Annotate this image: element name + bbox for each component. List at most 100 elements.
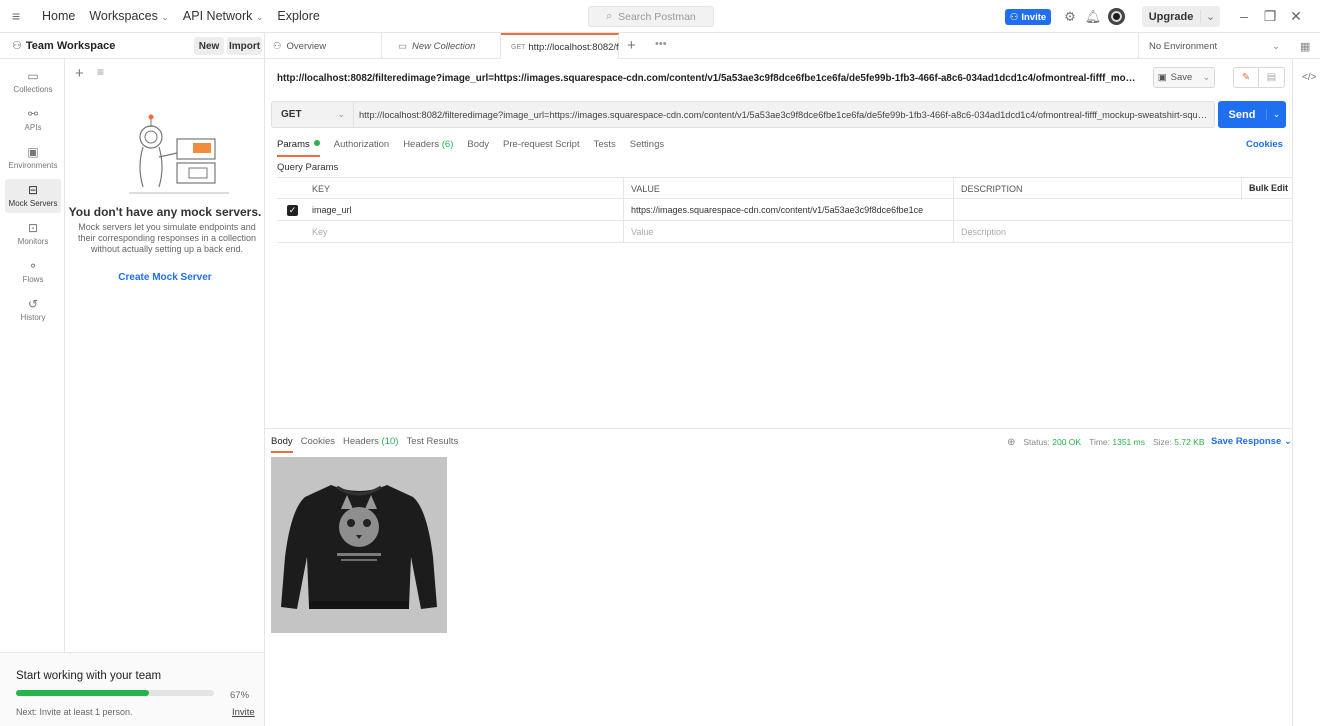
document-icon[interactable]: ▤ [1259,68,1284,87]
param-description-placeholder[interactable]: Description [953,221,1241,243]
tab-body[interactable]: Body [467,139,489,157]
param-value-placeholder[interactable]: Value [623,221,953,243]
tab-authorization[interactable]: Authorization [334,139,389,157]
save-response-button[interactable]: Save Response ⌄ [1211,436,1292,447]
team-onboarding: Start working with your team 67% Next: I… [0,652,265,726]
apis-icon: ⚯ [27,107,39,121]
tab-pre-request-script[interactable]: Pre-request Script [503,139,580,157]
right-sidebar [1292,59,1320,726]
sidebar-item-mock-servers[interactable]: ⊟ Mock Servers [5,179,61,213]
tab-headers[interactable]: Headers (6) [403,139,453,157]
tab-settings[interactable]: Settings [630,139,664,157]
send-button[interactable]: Send ⌄ [1218,101,1286,128]
tab-tests[interactable]: Tests [594,139,616,157]
param-key-placeholder[interactable]: Key [305,221,623,243]
checkbox-checked-icon[interactable]: ✓ [287,204,298,216]
create-mock-server-link[interactable]: Create Mock Server [65,272,265,283]
gear-icon[interactable]: ⚙ [1062,9,1078,25]
close-icon[interactable]: ✕ [1288,8,1304,25]
tab-response-headers[interactable]: Headers (10) [343,436,398,447]
new-button[interactable]: New [194,37,224,55]
chevron-down-icon[interactable]: ⌄ [1200,10,1220,23]
search-input[interactable]: ⌕ Search Postman [588,6,714,27]
method-select[interactable]: GET ⌄ [271,101,353,128]
tab-label: New Collection [411,40,476,52]
save-response-label: Save Response [1211,436,1282,447]
empty-state-description: Mock servers let you simulate endpoints … [77,222,257,254]
param-value-input[interactable]: https://images.squarespace-cdn.com/conte… [623,199,953,221]
hamburger-menu-icon[interactable]: ≡ [12,8,34,24]
response-divider[interactable] [265,428,1292,429]
query-params-label: Query Params [277,162,339,173]
nav-workspaces[interactable]: Workspaces ⌄ [89,9,169,23]
avatar[interactable] [1108,8,1125,25]
globe-icon[interactable]: ⊕ [1007,437,1015,448]
cookies-link[interactable]: Cookies [1246,139,1283,150]
flows-icon: ⚬ [27,259,39,273]
sidebar-item-flows[interactable]: ⚬ Flows [5,255,61,289]
add-icon[interactable]: + [75,65,84,82]
tab-params[interactable]: Params [277,139,320,157]
url-value: http://localhost:8082/filteredimage?imag… [359,109,1209,120]
nav-home[interactable]: Home [42,9,75,23]
collections-icon: ▭ [27,69,39,83]
sidebar-item-monitors[interactable]: ⊡ Monitors [5,217,61,251]
restore-icon[interactable]: ❐ [1262,8,1278,25]
tab-label: Headers [342,436,379,447]
environment-select[interactable]: No Environment ⌄ [1138,33,1290,59]
search-icon: ⌕ [606,10,613,22]
request-title[interactable]: http://localhost:8082/filteredimage?imag… [277,73,1137,84]
tab-response-cookies[interactable]: Cookies [301,436,335,447]
bulk-edit-link[interactable]: Bulk Edit [1249,183,1288,193]
save-button[interactable]: ▣ Save ⌄ [1153,67,1215,88]
chevron-down-icon[interactable]: ⌄ [1266,109,1286,120]
param-description-input[interactable] [953,199,1241,221]
tab-response-body[interactable]: Body [271,436,293,453]
environment-quick-look-icon[interactable]: ▦ [1300,40,1310,53]
column-header-value: VALUE [623,178,953,200]
sidebar-item-label: Collections [13,85,53,94]
tab-active-request[interactable]: GET http://localhost:8082/f [501,33,619,59]
param-key-input[interactable]: image_url [305,199,623,221]
progress-fill [16,690,149,696]
table-header-row: KEY VALUE DESCRIPTION ••• [277,177,1292,200]
invite-link[interactable]: Invite [232,707,255,718]
tab-new-collection[interactable]: ▭ New Collection [382,33,501,59]
url-input[interactable]: http://localhost:8082/filteredimage?imag… [353,101,1215,128]
chevron-down-icon: ⌄ [337,109,345,119]
sidebar-item-collections[interactable]: ▭ Collections [5,65,61,99]
checkbox-column [277,178,305,200]
nav-api-network[interactable]: API Network ⌄ [183,9,264,23]
sidebar-item-label: Environments [8,161,58,170]
tab-label: Overview [286,40,327,52]
more-icon[interactable]: ••• [655,38,667,50]
astronaut-illustration [129,114,229,194]
upgrade-button-label: Upgrade [1148,10,1194,23]
new-tab-plus-icon[interactable]: + [627,37,636,54]
row-checkbox-cell [277,221,305,243]
status-field[interactable]: Status: 200 OK [1023,437,1081,448]
sidebar-item-label: Monitors [17,237,49,246]
nav-explore[interactable]: Explore [277,9,319,23]
time-field[interactable]: Time: 1351 ms [1089,437,1145,448]
tab-overview[interactable]: ⚇ Overview [265,33,382,59]
bell-icon[interactable]: 🔔︎ [1085,9,1102,25]
sidebar-item-environments[interactable]: ▣ Environments [5,141,61,175]
invite-button[interactable]: ⚇ Invite [1005,9,1051,25]
code-icon[interactable]: </> [1302,72,1316,83]
chevron-down-icon: ⌄ [161,12,169,22]
workspace-name[interactable]: Team Workspace [26,40,115,52]
chevron-down-icon: ⌄ [255,12,264,22]
tab-test-results[interactable]: Test Results [406,436,458,447]
size-field[interactable]: Size: 5.72 KB [1153,437,1205,448]
import-button[interactable]: Import [227,37,262,55]
pencil-icon[interactable]: ✎ [1234,68,1260,87]
filter-icon[interactable]: ≡ [97,65,104,79]
sidebar-item-apis[interactable]: ⚯ APIs [5,103,61,137]
mock-servers-panel: + ≡ You don't have any mock servers. Moc… [65,59,265,652]
sidebar-rail: ▭ Collections ⚯ APIs ▣ Environments ⊟ Mo… [0,59,65,652]
upgrade-button[interactable]: Upgrade ⌄ [1142,6,1220,27]
response-tabs: Body Cookies Headers (10) Test Results [271,436,458,453]
sidebar-item-history[interactable]: ↺ History [5,293,61,327]
minimize-icon[interactable]: – [1236,8,1252,24]
